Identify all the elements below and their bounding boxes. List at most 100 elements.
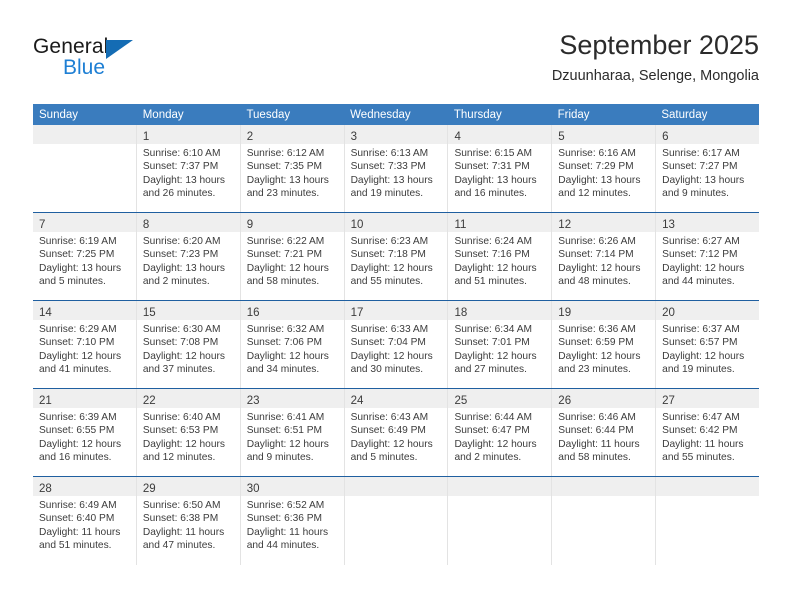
- day-cell[interactable]: 21 Sunrise: 6:39 AM Sunset: 6:55 PM Dayligh…: [33, 389, 137, 476]
- daylight-text-line1: Daylight: 12 hours: [142, 350, 225, 362]
- day-cell[interactable]: 6 Sunrise: 6:17 AM Sunset: 7:27 PM Daylight…: [656, 125, 760, 212]
- day-cell[interactable]: 14 Sunrise: 6:29 AM Sunset: 7:10 PM Dayligh…: [33, 301, 137, 388]
- daylight-text-line2: and 12 minutes.: [558, 187, 631, 199]
- daylight-text-line1: Daylight: 11 hours: [246, 526, 329, 538]
- daylight-text-line1: Daylight: 13 hours: [662, 174, 745, 186]
- day-number-band: 17: [344, 301, 448, 320]
- day-cell[interactable]: 16 Sunrise: 6:32 AM Sunset: 7:06 PM Dayligh…: [240, 301, 345, 388]
- daylight-text-line1: Daylight: 12 hours: [246, 438, 329, 450]
- day-cell[interactable]: 17 Sunrise: 6:33 AM Sunset: 7:04 PM Dayligh…: [344, 301, 449, 388]
- weekday-header-wednesday: Wednesday: [350, 109, 411, 121]
- daylight-text-line1: Daylight: 12 hours: [662, 262, 745, 274]
- day-cell[interactable]: 5 Sunrise: 6:16 AM Sunset: 7:29 PM Daylight…: [552, 125, 657, 212]
- day-cell[interactable]: 20 Sunrise: 6:37 AM Sunset: 6:57 PM Dayligh…: [656, 301, 760, 388]
- day-number: 14: [39, 307, 52, 319]
- calendar-grid: Sunday Monday Tuesday Wednesday Thursday…: [33, 104, 760, 565]
- day-number: 21: [39, 395, 52, 407]
- day-number-band: 27: [656, 389, 760, 408]
- daylight-text-line1: Daylight: 12 hours: [39, 438, 122, 450]
- day-number-band: 25: [448, 389, 552, 408]
- sunrise-text: Sunrise: 6:30 AM: [142, 324, 221, 335]
- day-cell[interactable]: 30 Sunrise: 6:52 AM Sunset: 6:36 PM Dayligh…: [240, 477, 345, 565]
- day-cell[interactable]: 3 Sunrise: 6:13 AM Sunset: 7:33 PM Daylight…: [344, 125, 449, 212]
- daylight-text-line2: and 9 minutes.: [246, 451, 314, 463]
- day-cell[interactable]: 23 Sunrise: 6:41 AM Sunset: 6:51 PM Dayligh…: [240, 389, 345, 476]
- day-number-band: 22: [136, 389, 240, 408]
- day-number-band: 24: [344, 389, 448, 408]
- day-cell[interactable]: 1 Sunrise: 6:10 AM Sunset: 7:37 PM Daylight…: [136, 125, 241, 212]
- day-cell[interactable]: 22 Sunrise: 6:40 AM Sunset: 6:53 PM Dayligh…: [136, 389, 241, 476]
- day-cell[interactable]: 10 Sunrise: 6:23 AM Sunset: 7:18 PM Dayligh…: [344, 213, 449, 300]
- brand-name-top: General: [33, 35, 109, 58]
- day-cell[interactable]: 27 Sunrise: 6:47 AM Sunset: 6:42 PM Dayligh…: [656, 389, 760, 476]
- day-number: 28: [39, 483, 52, 495]
- calendar-page: General Blue September 2025 Dzuunharaa, …: [0, 0, 792, 612]
- day-number-band: 19: [552, 301, 656, 320]
- day-number: 6: [662, 131, 669, 143]
- day-info: Sunrise: 6:43 AM Sunset: 6:49 PM Daylight:…: [345, 408, 448, 464]
- day-cell[interactable]: 15 Sunrise: 6:30 AM Sunset: 7:08 PM Dayligh…: [136, 301, 241, 388]
- daylight-text-line1: Daylight: 13 hours: [558, 174, 641, 186]
- day-info: Sunrise: 6:19 AM Sunset: 7:25 PM Daylight:…: [33, 232, 136, 288]
- day-cell-empty: [552, 477, 657, 565]
- sunrise-text: Sunrise: 6:13 AM: [350, 148, 429, 159]
- day-number-band: 13: [656, 213, 760, 232]
- day-number-band: 1: [136, 125, 240, 144]
- daylight-text-line2: and 55 minutes.: [350, 275, 424, 287]
- sunset-text: Sunset: 6:47 PM: [454, 425, 530, 437]
- daylight-text-line2: and 51 minutes.: [454, 275, 527, 287]
- day-info: Sunrise: 6:41 AM Sunset: 6:51 PM Daylight:…: [241, 408, 344, 464]
- sunrise-text: Sunrise: 6:46 AM: [558, 412, 636, 423]
- day-info: Sunrise: 6:20 AM Sunset: 7:23 PM Daylight:…: [137, 232, 240, 288]
- weekday-header-row: Sunday Monday Tuesday Wednesday Thursday…: [33, 104, 759, 125]
- sunset-text: Sunset: 6:44 PM: [558, 425, 634, 437]
- day-number: 13: [662, 219, 675, 231]
- sunrise-text: Sunrise: 6:40 AM: [142, 412, 221, 423]
- day-cell[interactable]: 29 Sunrise: 6:50 AM Sunset: 6:38 PM Dayligh…: [136, 477, 241, 565]
- daylight-text-line1: Daylight: 12 hours: [350, 350, 433, 362]
- day-info: Sunrise: 6:33 AM Sunset: 7:04 PM Daylight:…: [345, 320, 448, 376]
- day-cell-empty: [344, 477, 449, 565]
- triangle-icon: [106, 40, 133, 59]
- day-cell[interactable]: 9 Sunrise: 6:22 AM Sunset: 7:21 PM Daylight…: [240, 213, 345, 300]
- day-cell[interactable]: 26 Sunrise: 6:46 AM Sunset: 6:44 PM Dayligh…: [552, 389, 657, 476]
- day-cell[interactable]: 8 Sunrise: 6:20 AM Sunset: 7:23 PM Daylight…: [136, 213, 241, 300]
- day-cell[interactable]: 19 Sunrise: 6:36 AM Sunset: 6:59 PM Dayligh…: [552, 301, 657, 388]
- day-cell[interactable]: 7 Sunrise: 6:19 AM Sunset: 7:25 PM Daylight…: [33, 213, 137, 300]
- day-info: [552, 496, 655, 499]
- day-cell[interactable]: 13 Sunrise: 6:27 AM Sunset: 7:12 PM Dayligh…: [656, 213, 760, 300]
- day-number-band: 2: [240, 125, 344, 144]
- day-cell[interactable]: 25 Sunrise: 6:44 AM Sunset: 6:47 PM Dayligh…: [448, 389, 553, 476]
- day-number: 24: [350, 395, 364, 407]
- daylight-text-line1: Daylight: 13 hours: [39, 262, 122, 274]
- sunset-text: Sunset: 7:37 PM: [142, 161, 219, 173]
- sunset-text: Sunset: 6:40 PM: [39, 513, 115, 525]
- day-cell[interactable]: 12 Sunrise: 6:26 AM Sunset: 7:14 PM Dayligh…: [552, 213, 657, 300]
- calendar-week-row: 7 Sunrise: 6:19 AM Sunset: 7:25 PM Daylight…: [33, 212, 760, 300]
- day-number-band: 5: [552, 125, 656, 144]
- day-cell[interactable]: 18 Sunrise: 6:34 AM Sunset: 7:01 PM Dayligh…: [448, 301, 553, 388]
- day-cell-empty: [448, 477, 553, 565]
- day-cell[interactable]: 11 Sunrise: 6:24 AM Sunset: 7:16 PM Dayligh…: [448, 213, 553, 300]
- day-number-band: 4: [448, 125, 552, 144]
- daylight-text-line1: Daylight: 13 hours: [350, 174, 433, 186]
- calendar-week-row: 1 Sunrise: 6:10 AM Sunset: 7:37 PM Daylight…: [33, 125, 760, 212]
- day-number-band: 12: [552, 213, 656, 232]
- day-number-band: 6: [656, 125, 760, 144]
- sunrise-text: Sunrise: 6:37 AM: [662, 324, 740, 335]
- daylight-text-line2: and 58 minutes.: [558, 451, 631, 463]
- sunset-text: Sunset: 7:14 PM: [558, 249, 634, 261]
- sunset-text: Sunset: 6:42 PM: [662, 425, 738, 437]
- sunset-text: Sunset: 7:35 PM: [246, 161, 323, 173]
- day-cell[interactable]: 2 Sunrise: 6:12 AM Sunset: 7:35 PM Daylight…: [240, 125, 345, 212]
- daylight-text-line1: Daylight: 12 hours: [142, 438, 225, 450]
- day-cell[interactable]: 4 Sunrise: 6:15 AM Sunset: 7:31 PM Daylight…: [448, 125, 553, 212]
- day-cell[interactable]: 24 Sunrise: 6:43 AM Sunset: 6:49 PM Dayligh…: [344, 389, 449, 476]
- brand-logo[interactable]: General Blue: [33, 36, 213, 88]
- daylight-text-line2: and 47 minutes.: [142, 539, 216, 551]
- sunset-text: Sunset: 7:33 PM: [350, 161, 426, 173]
- sunset-text: Sunset: 7:27 PM: [662, 161, 738, 173]
- day-cell[interactable]: 28 Sunrise: 6:49 AM Sunset: 6:40 PM Dayligh…: [33, 477, 137, 565]
- day-number-band: 26: [552, 389, 656, 408]
- weekday-header-friday: Friday: [557, 109, 590, 121]
